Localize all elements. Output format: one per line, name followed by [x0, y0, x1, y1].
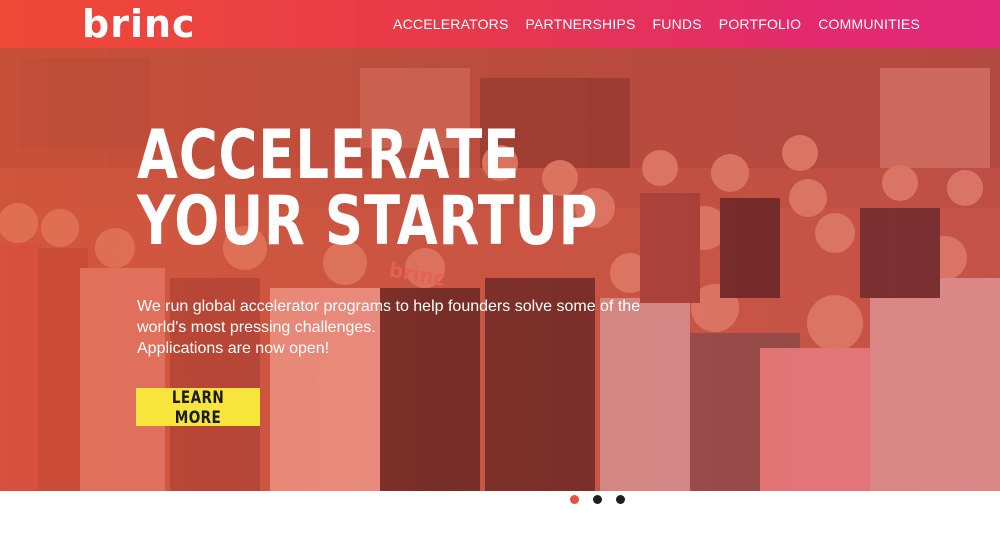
nav-item-accelerators[interactable]: ACCELERATORS	[393, 16, 508, 32]
carousel-dots	[570, 495, 625, 504]
learn-more-button[interactable]: LEARN MORE	[136, 388, 260, 428]
hero-slider: brinc ACCELERATE YOUR STARTUP We run glo…	[0, 48, 1000, 491]
hero-description-line-2: world's most pressing challenges.	[137, 319, 376, 336]
carousel-dot-1[interactable]	[570, 495, 579, 504]
nav-item-partnerships[interactable]: PARTNERSHIPS	[526, 16, 636, 32]
hero-description-line-1: We run global accelerator programs to he…	[137, 298, 641, 315]
hero-description-line-3: Applications are now open!	[137, 340, 330, 357]
nav-item-funds[interactable]: FUNDS	[653, 16, 702, 32]
hero-headline-line-1: ACCELERATE	[137, 116, 521, 195]
carousel-dot-3[interactable]	[616, 495, 625, 504]
learn-more-label: LEARN MORE	[171, 388, 225, 428]
brinc-logo[interactable]: brinc	[82, 2, 196, 46]
carousel-dot-2[interactable]	[593, 495, 602, 504]
hero-description: We run global accelerator programs to he…	[137, 296, 697, 359]
nav-item-communities[interactable]: COMMUNITIES	[818, 16, 920, 32]
hero-headline: ACCELERATE YOUR STARTUP	[137, 116, 599, 261]
site-header: brinc ACCELERATORS PARTNERSHIPS FUNDS PO…	[0, 0, 1000, 48]
hero-headline-line-2: YOUR STARTUP	[137, 182, 599, 261]
nav-item-portfolio[interactable]: PORTFOLIO	[719, 16, 801, 32]
main-nav: ACCELERATORS PARTNERSHIPS FUNDS PORTFOLI…	[393, 0, 920, 48]
